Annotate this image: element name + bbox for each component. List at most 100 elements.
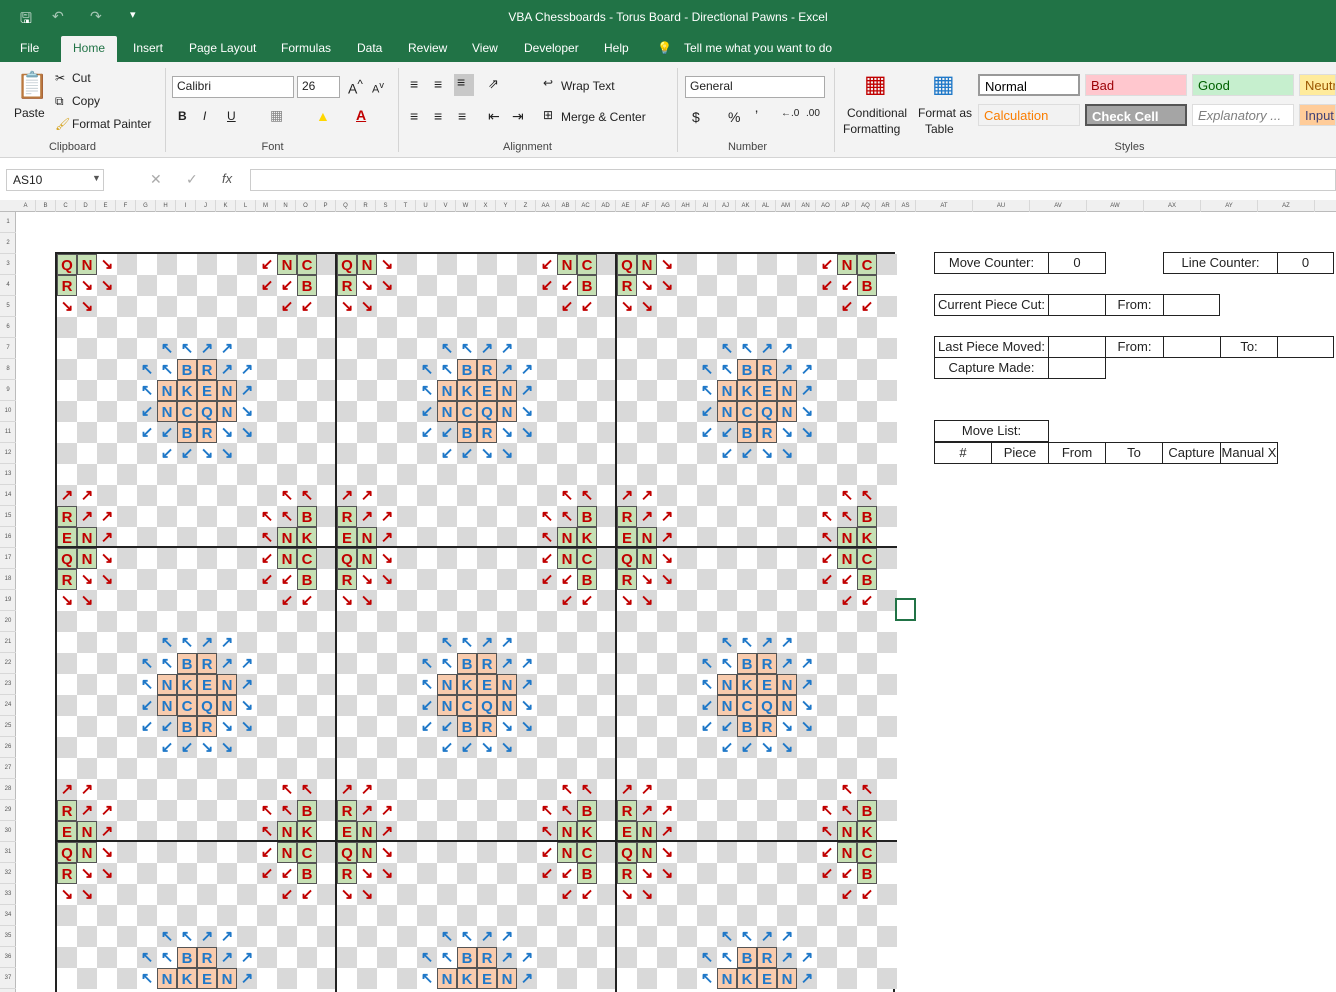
pawn-direction-arrow[interactable]: ↖ <box>857 779 877 800</box>
board-square[interactable] <box>517 254 537 275</box>
board-square[interactable] <box>217 779 237 800</box>
board-square[interactable] <box>217 506 237 527</box>
board-square[interactable] <box>697 569 717 590</box>
board-square[interactable] <box>257 296 277 317</box>
column-header-AO[interactable]: AO <box>816 200 836 212</box>
cell-style-normal[interactable]: Normal <box>978 74 1080 96</box>
board-square[interactable] <box>297 632 317 653</box>
board-square[interactable] <box>537 464 557 485</box>
increase-indent-icon[interactable]: ⇥ <box>512 108 524 125</box>
board-square[interactable] <box>617 653 637 674</box>
board-square[interactable] <box>137 863 157 884</box>
board-square[interactable] <box>637 464 657 485</box>
board-square[interactable] <box>617 359 637 380</box>
board-square[interactable] <box>617 695 637 716</box>
board-square[interactable] <box>777 296 797 317</box>
board-square[interactable] <box>57 380 77 401</box>
chess-piece[interactable]: R <box>337 863 357 884</box>
column-header-AY[interactable]: AY <box>1201 200 1258 212</box>
pawn-direction-arrow[interactable]: ↗ <box>237 968 257 989</box>
pawn-direction-arrow[interactable]: ↖ <box>417 653 437 674</box>
board-square[interactable] <box>477 485 497 506</box>
chess-piece[interactable]: N <box>497 380 517 401</box>
board-square[interactable] <box>737 275 757 296</box>
board-square[interactable] <box>617 716 637 737</box>
pawn-direction-arrow[interactable]: ↘ <box>617 884 637 905</box>
pawn-direction-arrow[interactable]: ↗ <box>357 779 377 800</box>
board-square[interactable] <box>317 506 337 527</box>
board-square[interactable] <box>757 800 777 821</box>
pawn-direction-arrow[interactable]: ↘ <box>237 695 257 716</box>
column-header-AH[interactable]: AH <box>676 200 696 212</box>
board-square[interactable] <box>97 968 117 989</box>
chess-piece[interactable]: N <box>217 380 237 401</box>
move-counter-value[interactable]: 0 <box>1048 252 1106 274</box>
pawn-direction-arrow[interactable]: ↙ <box>737 443 757 464</box>
board-square[interactable] <box>737 863 757 884</box>
board-square[interactable] <box>97 632 117 653</box>
board-square[interactable] <box>57 443 77 464</box>
board-square[interactable] <box>177 905 197 926</box>
board-square[interactable] <box>517 527 537 548</box>
cell-style-calculation[interactable]: Calculation <box>978 104 1080 126</box>
pawn-direction-arrow[interactable]: ↘ <box>497 443 517 464</box>
board-square[interactable] <box>817 380 837 401</box>
pawn-direction-arrow[interactable]: ↘ <box>197 737 217 758</box>
board-square[interactable] <box>637 401 657 422</box>
chess-piece[interactable]: Q <box>337 548 357 569</box>
board-square[interactable] <box>737 464 757 485</box>
pawn-direction-arrow[interactable]: ↘ <box>617 590 637 611</box>
board-square[interactable] <box>797 464 817 485</box>
board-square[interactable] <box>257 485 277 506</box>
board-square[interactable] <box>817 590 837 611</box>
column-header-I[interactable]: I <box>176 200 196 212</box>
board-square[interactable] <box>357 737 377 758</box>
board-square[interactable] <box>197 569 217 590</box>
chess-piece[interactable]: R <box>337 800 357 821</box>
board-square[interactable] <box>637 674 657 695</box>
board-square[interactable] <box>797 275 817 296</box>
column-header-AZ[interactable]: AZ <box>1258 200 1315 212</box>
board-square[interactable] <box>417 590 437 611</box>
board-square[interactable] <box>717 590 737 611</box>
board-square[interactable] <box>757 590 777 611</box>
board-square[interactable] <box>377 779 397 800</box>
bold-button[interactable]: B <box>178 109 187 123</box>
chess-piece[interactable]: N <box>77 548 97 569</box>
row-header-19[interactable]: 19 <box>0 590 16 611</box>
pawn-direction-arrow[interactable]: ↙ <box>257 254 277 275</box>
chess-piece[interactable]: N <box>637 254 657 275</box>
board-square[interactable] <box>217 611 237 632</box>
board-square[interactable] <box>317 590 337 611</box>
board-square[interactable] <box>537 758 557 779</box>
board-square[interactable] <box>117 884 137 905</box>
board-square[interactable] <box>757 905 777 926</box>
chess-piece[interactable]: B <box>577 569 597 590</box>
board-square[interactable] <box>157 464 177 485</box>
board-square[interactable] <box>817 695 837 716</box>
board-square[interactable] <box>117 506 137 527</box>
board-square[interactable] <box>117 254 137 275</box>
board-square[interactable] <box>457 506 477 527</box>
board-square[interactable] <box>337 632 357 653</box>
board-square[interactable] <box>877 380 897 401</box>
board-square[interactable] <box>217 296 237 317</box>
board-square[interactable] <box>77 359 97 380</box>
board-square[interactable] <box>157 905 177 926</box>
board-square[interactable] <box>197 905 217 926</box>
board-square[interactable] <box>817 884 837 905</box>
board-square[interactable] <box>737 590 757 611</box>
board-square[interactable] <box>337 401 357 422</box>
pawn-direction-arrow[interactable]: ↘ <box>377 842 397 863</box>
board-square[interactable] <box>577 905 597 926</box>
pawn-direction-arrow[interactable]: ↘ <box>97 254 117 275</box>
board-square[interactable] <box>177 611 197 632</box>
board-square[interactable] <box>697 338 717 359</box>
board-square[interactable] <box>177 506 197 527</box>
board-square[interactable] <box>397 296 417 317</box>
board-square[interactable] <box>397 464 417 485</box>
column-header-AS[interactable]: AS <box>896 200 916 212</box>
chess-piece[interactable]: R <box>197 716 217 737</box>
pawn-direction-arrow[interactable]: ↖ <box>417 380 437 401</box>
board-square[interactable] <box>57 905 77 926</box>
